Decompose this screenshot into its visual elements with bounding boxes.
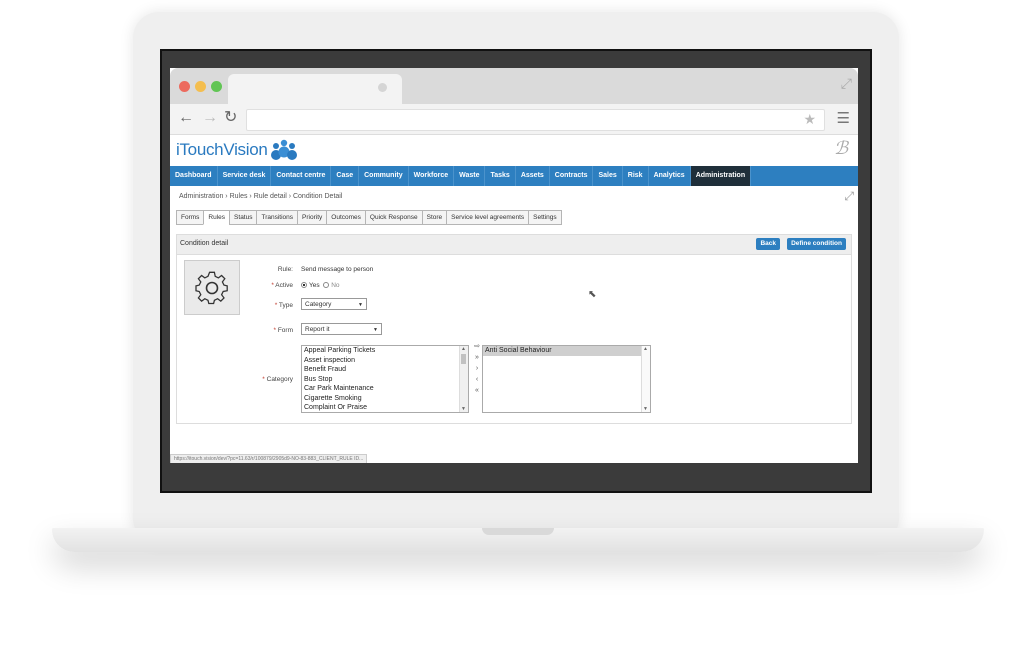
gear-icon <box>195 271 228 305</box>
close-window-button[interactable] <box>179 81 190 92</box>
list-item[interactable]: Anti Social Behaviour <box>483 346 650 356</box>
fullscreen-icon[interactable]: ⤢ <box>841 76 852 90</box>
minimize-window-button[interactable] <box>195 81 206 92</box>
browser-toolbar: ← → ↻ ★ ☰ <box>170 104 858 135</box>
move-left-icon[interactable]: ‹ <box>472 374 482 385</box>
active-yes-radio[interactable] <box>301 282 307 289</box>
active-label: * Active <box>271 282 293 289</box>
back-arrow-icon[interactable]: ← <box>178 109 194 127</box>
form-select[interactable]: Report it ▼ <box>301 323 382 335</box>
breadcrumb[interactable]: Administration › Rules › Rule detail › C… <box>179 193 342 200</box>
nav-community[interactable]: Community <box>359 166 409 186</box>
browser-tab[interactable] <box>228 74 402 104</box>
status-url: https://itouch.vision/dev/?pc=11.63/r/10… <box>170 454 368 463</box>
tab-quick-response[interactable]: Quick Response <box>364 210 423 225</box>
active-no-radio[interactable] <box>323 282 330 289</box>
laptop-base <box>52 528 984 552</box>
panel-header: Condition detail Back Define condition <box>177 235 851 255</box>
no-label: No <box>331 282 340 289</box>
move-right-single-icon[interactable]: › <box>472 363 482 374</box>
tab-store[interactable]: Store <box>421 210 448 225</box>
transfer-buttons: ⇨ » › ‹ « <box>472 341 482 396</box>
move-right-icon[interactable]: ⇨ <box>472 341 482 352</box>
tab-rules[interactable]: Rules <box>203 210 231 225</box>
main-navigation: Dashboard Service desk Contact centre Case C… <box>170 166 858 186</box>
gear-image-box <box>184 260 240 315</box>
list-item[interactable]: Bus Stop <box>302 375 468 385</box>
browser-window: ⤢ ← → ↻ ★ ☰ iTouchVision ℬ Dashboard Serv… <box>170 68 858 463</box>
nav-sales[interactable]: Sales <box>593 166 623 186</box>
tab-status[interactable]: Status <box>229 210 258 225</box>
available-categories-list[interactable]: Appeal Parking Tickets Asset inspection Be… <box>301 345 469 413</box>
mouse-cursor-icon: ⬉ <box>588 289 597 300</box>
tab-priority[interactable]: Priority <box>297 210 328 225</box>
logo-text: iTouchVision <box>176 140 268 159</box>
active-radio-group: Yes No <box>301 282 340 289</box>
bookmark-star-icon[interactable]: ★ <box>803 111 816 128</box>
available-list-scrollbar[interactable]: ▲ ▼ <box>459 346 468 412</box>
nav-administration[interactable]: Administration <box>690 166 752 186</box>
nav-case[interactable]: Case <box>331 166 360 186</box>
panel-title: Condition detail <box>180 240 229 247</box>
category-label: * Category <box>262 376 293 383</box>
people-logo-icon <box>271 139 297 160</box>
nav-risk[interactable]: Risk <box>623 166 649 186</box>
signature-icon: ℬ <box>833 138 848 159</box>
type-label: * Type <box>274 302 293 309</box>
laptop-notch <box>482 528 554 535</box>
list-item[interactable]: Appeal Parking Tickets <box>302 346 468 356</box>
list-item[interactable]: Car Park Maintenance <box>302 384 468 394</box>
tab-forms[interactable]: Forms <box>176 210 205 225</box>
rule-value: Send message to person <box>301 266 374 273</box>
nav-contact-centre[interactable]: Contact centre <box>271 166 332 186</box>
move-all-left-icon[interactable]: « <box>472 385 482 396</box>
selected-list-scrollbar[interactable]: ▲ ▼ <box>641 346 650 412</box>
nav-dashboard[interactable]: Dashboard <box>170 166 218 186</box>
browser-menu-icon[interactable]: ☰ <box>837 109 850 127</box>
nav-workforce[interactable]: Workforce <box>409 166 455 186</box>
maximize-window-button[interactable] <box>211 81 222 92</box>
selected-categories-list[interactable]: Anti Social Behaviour ▲ ▼ <box>482 345 651 413</box>
tab-settings[interactable]: Settings <box>528 210 562 225</box>
list-item[interactable]: Cigarette Smoking <box>302 394 468 404</box>
address-bar[interactable]: ★ <box>246 109 825 131</box>
nav-waste[interactable]: Waste <box>454 166 486 186</box>
back-button[interactable]: Back <box>756 238 780 250</box>
list-item[interactable]: Benefit Fraud <box>302 365 468 375</box>
reload-icon[interactable]: ↻ <box>224 109 237 127</box>
forward-arrow-icon[interactable]: → <box>202 109 218 127</box>
nav-assets[interactable]: Assets <box>516 166 550 186</box>
tab-transitions[interactable]: Transitions <box>256 210 299 225</box>
nav-service-desk[interactable]: Service desk <box>218 166 272 186</box>
type-select[interactable]: Category ▼ <box>301 298 367 310</box>
nav-analytics[interactable]: Analytics <box>649 166 691 186</box>
list-item[interactable]: Complaint Or Praise <box>302 403 468 412</box>
expand-icon[interactable]: ⤢ <box>844 189 854 204</box>
condition-detail-panel: Condition detail Back Define condition R… <box>176 234 852 424</box>
browser-tabstrip: ⤢ <box>170 68 858 104</box>
list-item[interactable]: Asset inspection <box>302 356 468 366</box>
tab-outcomes[interactable]: Outcomes <box>326 210 366 225</box>
nav-tasks[interactable]: Tasks <box>485 166 516 186</box>
yes-label: Yes <box>309 282 320 289</box>
nav-contracts[interactable]: Contracts <box>550 166 594 186</box>
define-condition-button[interactable]: Define condition <box>787 238 846 250</box>
admin-subtabs: Forms Rules Status Transitions Priority Outco… <box>176 210 562 225</box>
tab-close-icon[interactable] <box>378 83 387 92</box>
app-header: iTouchVision ℬ <box>170 135 858 166</box>
move-all-right-icon[interactable]: » <box>472 352 482 363</box>
rule-label: Rule: <box>277 266 293 273</box>
form-label: * Form <box>273 327 293 334</box>
tab-service-level-agreements[interactable]: Service level agreements <box>446 210 530 225</box>
